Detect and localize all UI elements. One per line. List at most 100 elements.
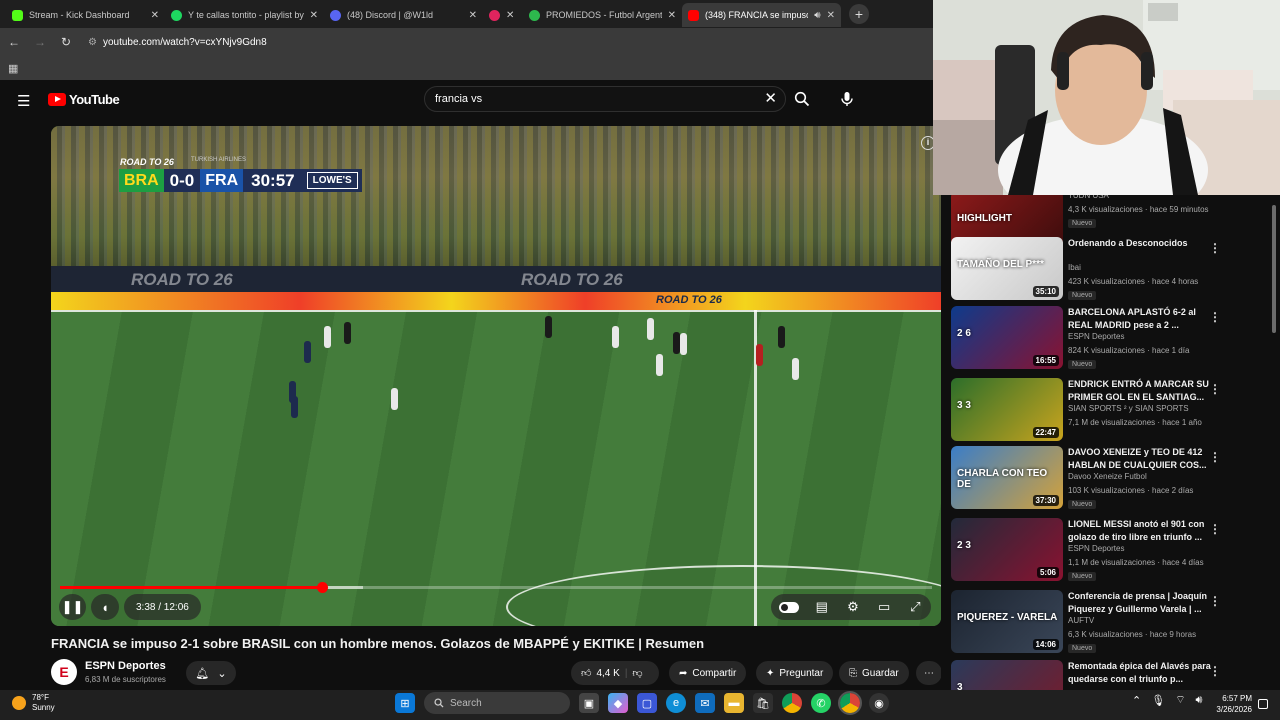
notification-icon[interactable]	[1258, 699, 1268, 709]
subscribed-button[interactable]: 🔔︎ ⌄	[186, 661, 236, 685]
recommendation-item[interactable]: PIQUEREZ - VARELA 14:06 Conferencia de pre…	[951, 590, 1271, 656]
site-info-icon[interactable]: ⚙	[88, 37, 97, 48]
clear-search-icon[interactable]: ✕	[764, 89, 777, 107]
recommendation-title[interactable]: BARCELONA APLASTÓ 6-2 al REAL MADRID pes…	[1068, 306, 1213, 332]
wifi-icon[interactable]: ⌔	[1175, 693, 1185, 707]
outlook-icon[interactable]: ✉	[695, 693, 715, 713]
ask-button[interactable]: ✦ Preguntar	[756, 661, 834, 685]
save-button[interactable]: ⎘ Guardar	[839, 661, 909, 685]
browser-tab[interactable]: ✕	[483, 3, 523, 27]
menu-icon[interactable]: ☰	[17, 92, 30, 110]
whatsapp-icon[interactable]: ✆	[811, 693, 831, 713]
scrollbar-thumb[interactable]	[1272, 205, 1276, 333]
store-icon[interactable]: 🛍︎	[753, 693, 773, 713]
voice-search-button[interactable]	[834, 86, 860, 112]
chevron-up-icon[interactable]: ⌃	[1132, 694, 1141, 707]
share-button[interactable]: ➦ Compartir	[669, 661, 747, 685]
weather-widget[interactable]: 78°F Sunny	[12, 693, 55, 713]
close-tab-icon[interactable]: ✕	[827, 10, 835, 21]
speaker-icon[interactable]: 🔊︎	[814, 10, 820, 21]
more-options-icon[interactable]: ⋮	[1209, 310, 1221, 324]
recommendation-channel[interactable]: ESPN Deportes	[1068, 544, 1124, 553]
video-thumbnail[interactable]: CHARLA CON TEO DE 37:30	[951, 446, 1063, 509]
recommendation-channel[interactable]: SIAN SPORTS ² y SIAN SPORTS	[1068, 404, 1189, 413]
chrome-icon[interactable]	[782, 693, 802, 713]
more-options-icon[interactable]: ⋮	[1209, 382, 1221, 396]
obs-icon[interactable]: ◉	[869, 693, 889, 713]
recommendation-channel[interactable]: ESPN Deportes	[1068, 332, 1124, 341]
close-tab-icon[interactable]: ✕	[151, 10, 159, 21]
video-thumbnail[interactable]: 3 3 22:47	[951, 378, 1063, 441]
search-button[interactable]	[786, 86, 818, 112]
edge-icon[interactable]: e	[666, 693, 686, 713]
video-thumbnail[interactable]: PIQUEREZ - VARELA 14:06	[951, 590, 1063, 653]
browser-tab-active[interactable]: (348) FRANCIA se impuso 2 🔊︎ ✕	[682, 3, 841, 27]
system-clock[interactable]: 6:57 PM 3/26/2026	[1212, 693, 1252, 715]
recommendation-channel[interactable]: Ibai	[1068, 263, 1081, 272]
video-thumbnail[interactable]: 3	[951, 660, 1063, 690]
recommendation-title[interactable]: Ordenando a Desconocidos	[1068, 237, 1213, 250]
browser-tab[interactable]: (48) Discord | @W1ld ✕	[324, 3, 483, 27]
recommendation-channel[interactable]: TUDN USA	[1068, 195, 1109, 200]
youtube-logo[interactable]: YouTube	[48, 92, 120, 107]
fullscreen-icon[interactable]: ⤢	[901, 599, 929, 615]
app-icon[interactable]: ▢	[637, 693, 657, 713]
more-options-icon[interactable]: ⋮	[1209, 664, 1221, 678]
recommendation-item[interactable]: 3 3 22:47 ENDRICK ENTRÓ A MARCAR SU PRIMER…	[951, 378, 1271, 444]
volume-icon[interactable]: ◖	[91, 600, 119, 615]
search-input[interactable]: francia vs ✕	[424, 86, 786, 112]
close-tab-icon[interactable]: ✕	[310, 10, 318, 21]
recommendation-item[interactable]: 2 6 16:55 BARCELONA APLASTÓ 6-2 al REAL MA…	[951, 306, 1271, 372]
progress-bar[interactable]	[60, 582, 932, 593]
chrome-active-icon[interactable]	[838, 691, 862, 715]
more-options-icon[interactable]: ⋮	[1209, 450, 1221, 464]
scrollbar[interactable]	[1270, 195, 1278, 690]
recommendation-title[interactable]: LIONEL MESSI anotó el 901 con golazo de …	[1068, 518, 1213, 544]
theater-mode-icon[interactable]: ▭	[870, 599, 898, 615]
recommendation-title[interactable]: DAVOO XENEIZE y TEO DE 412 HABLAN DE CUA…	[1068, 446, 1213, 472]
apps-grid-icon[interactable]: ▦	[8, 62, 18, 75]
video-thumbnail[interactable]: 2 6 16:55	[951, 306, 1063, 369]
forward-icon[interactable]: →	[32, 35, 48, 49]
close-tab-icon[interactable]: ✕	[506, 10, 514, 21]
recommendation-title[interactable]: Conferencia de prensa | Joaquín Piquerez…	[1068, 590, 1213, 616]
autoplay-toggle[interactable]	[778, 601, 799, 613]
copilot-icon[interactable]: ◆	[608, 693, 628, 713]
microphone-icon[interactable]: 🎙︎	[1151, 694, 1165, 707]
like-icon[interactable]: 👍︎	[581, 667, 591, 679]
task-view-icon[interactable]: ▣	[579, 693, 599, 713]
volume-icon[interactable]: 🔊︎	[1196, 694, 1203, 707]
video-player[interactable]: ROAD TO 26 ROAD TO 26 ROAD TO 26 ROAD TO…	[51, 126, 941, 626]
recommendation-item[interactable]: TAMAÑO DEL P*** 35:10 Ordenando a Desconoc…	[951, 237, 1271, 303]
channel-avatar[interactable]: E	[51, 659, 77, 685]
volume-control[interactable]: ◖	[91, 594, 119, 620]
file-explorer-icon[interactable]: ▬	[724, 693, 744, 713]
channel-name[interactable]: ESPN Deportes	[85, 660, 166, 672]
recommendation-item[interactable]: 3 Remontada épica del Alavés para quedars…	[951, 660, 1271, 690]
new-tab-button[interactable]: +	[849, 4, 869, 24]
browser-tab[interactable]: Stream - Kick Dashboard ✕	[6, 3, 165, 27]
more-options-icon[interactable]: ⋮	[1209, 594, 1221, 608]
like-count[interactable]: 4,4 K	[596, 668, 619, 679]
close-tab-icon[interactable]: ✕	[668, 10, 676, 21]
recommendation-item[interactable]: CHARLA CON TEO DE 37:30 DAVOO XENEIZE y TE…	[951, 446, 1271, 512]
scrubber-handle[interactable]	[316, 582, 328, 593]
settings-icon[interactable]: ⚙	[839, 599, 867, 615]
taskbar-search[interactable]: Search	[424, 692, 570, 714]
more-actions-button[interactable]: ⋯	[916, 661, 942, 685]
recommendation-channel[interactable]: Davoo Xeneize Futbol	[1068, 472, 1147, 481]
subtitles-icon[interactable]: ▤	[808, 599, 836, 615]
video-thumbnail[interactable]: 2 3 5:06	[951, 518, 1063, 581]
more-options-icon[interactable]: ⋮	[1209, 522, 1221, 536]
close-tab-icon[interactable]: ✕	[469, 10, 477, 21]
back-icon[interactable]: ←	[6, 35, 22, 49]
pause-button[interactable]: ❚❚	[59, 594, 86, 620]
recommendation-channel[interactable]: AUFTV	[1068, 616, 1094, 625]
reload-icon[interactable]: ↻	[58, 35, 74, 49]
recommendation-item[interactable]: 2 3 5:06 LIONEL MESSI anotó el 901 con gol…	[951, 518, 1271, 584]
browser-tab[interactable]: Y te callas tontito - playlist by J ✕	[165, 3, 324, 27]
recommendation-title[interactable]: Remontada épica del Alavés para quedarse…	[1068, 660, 1213, 686]
browser-tab[interactable]: PROMIEDOS - Futbol Argentino ✕	[523, 3, 682, 27]
video-thumbnail[interactable]: TAMAÑO DEL P*** 35:10	[951, 237, 1063, 300]
windows-start-icon[interactable]: ⊞	[395, 693, 415, 713]
